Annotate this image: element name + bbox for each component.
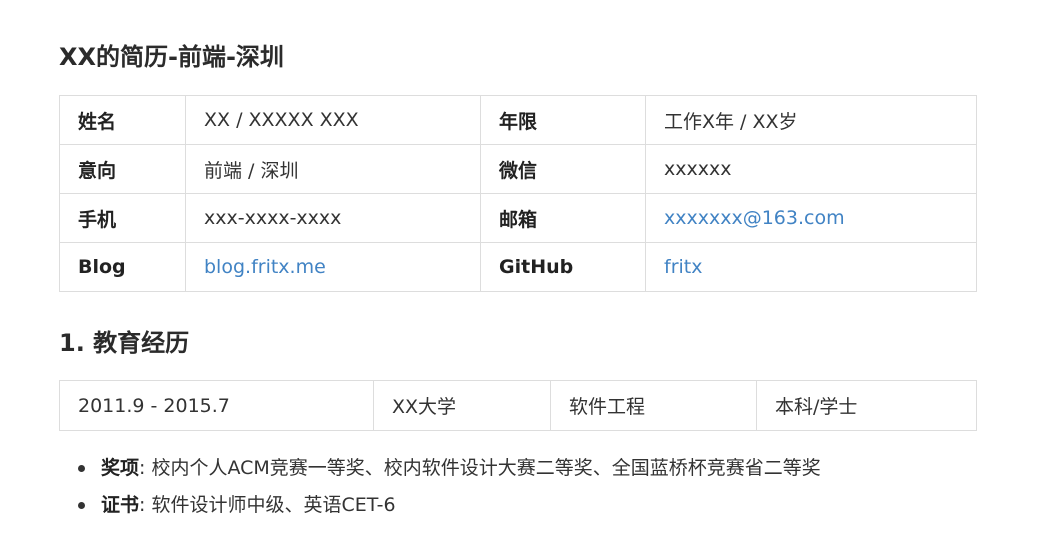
table-row: 姓名 XX / XXXXX XXX 年限 工作X年 / XX岁 (59, 95, 977, 145)
list-item: 证书: 软件设计师中级、英语CET-6 (59, 487, 1019, 524)
resume-page: XX的简历-前端-深圳 姓名 XX / XXXXX XXX 年限 工作X年 / … (0, 0, 1042, 550)
bullet-dot (78, 502, 85, 509)
education-table: 2011.9 - 2015.7 XX大学 软件工程 本科/学士 (59, 380, 977, 431)
github-label: GitHub (480, 242, 646, 292)
table-row: 2011.9 - 2015.7 XX大学 软件工程 本科/学士 (59, 380, 977, 431)
email-cell: xxxxxxx@163.com (645, 193, 977, 243)
intention-value: 前端 / 深圳 (185, 144, 481, 194)
name-value: XX / XXXXX XXX (185, 95, 481, 145)
certificates-label: 证书 (101, 494, 140, 516)
table-row: Blog blog.fritx.me GitHub fritx (59, 242, 977, 292)
awards-separator: : (139, 457, 146, 479)
phone-label: 手机 (59, 193, 186, 243)
experience-value: 工作X年 / XX岁 (645, 95, 977, 145)
education-period: 2011.9 - 2015.7 (59, 380, 374, 431)
education-section-title: 1. 教育经历 (59, 329, 190, 357)
experience-label: 年限 (480, 95, 646, 145)
blog-label: Blog (59, 242, 186, 292)
education-degree: 本科/学士 (756, 380, 977, 431)
phone-value: xxx-xxxx-xxxx (185, 193, 481, 243)
table-row: 手机 xxx-xxxx-xxxx 邮箱 xxxxxxx@163.com (59, 193, 977, 243)
list-item: 奖项: 校内个人ACM竞赛一等奖、校内软件设计大赛二等奖、全国蓝桥杯竞赛省二等奖 (59, 450, 1019, 487)
table-row: 意向 前端 / 深圳 微信 xxxxxx (59, 144, 977, 194)
email-label: 邮箱 (480, 193, 646, 243)
certificates-text: 软件设计师中级、英语CET-6 (151, 494, 396, 516)
github-cell: fritx (645, 242, 977, 292)
bullet-dot (78, 465, 85, 472)
blog-link[interactable]: blog.fritx.me (204, 256, 326, 278)
info-table: 姓名 XX / XXXXX XXX 年限 工作X年 / XX岁 意向 前端 / … (59, 95, 977, 292)
email-link[interactable]: xxxxxxx@163.com (664, 207, 845, 229)
awards-text: 校内个人ACM竞赛一等奖、校内软件设计大赛二等奖、全国蓝桥杯竞赛省二等奖 (151, 457, 821, 479)
github-link[interactable]: fritx (664, 256, 702, 278)
education-bullets: 奖项: 校内个人ACM竞赛一等奖、校内软件设计大赛二等奖、全国蓝桥杯竞赛省二等奖… (59, 450, 1019, 524)
education-school: XX大学 (373, 380, 551, 431)
wechat-label: 微信 (480, 144, 646, 194)
intention-label: 意向 (59, 144, 186, 194)
wechat-value: xxxxxx (645, 144, 977, 194)
name-label: 姓名 (59, 95, 186, 145)
certificates-separator: : (139, 494, 146, 516)
page-title: XX的简历-前端-深圳 (59, 43, 284, 71)
education-major: 软件工程 (550, 380, 757, 431)
awards-label: 奖项 (101, 457, 140, 479)
blog-cell: blog.fritx.me (185, 242, 481, 292)
